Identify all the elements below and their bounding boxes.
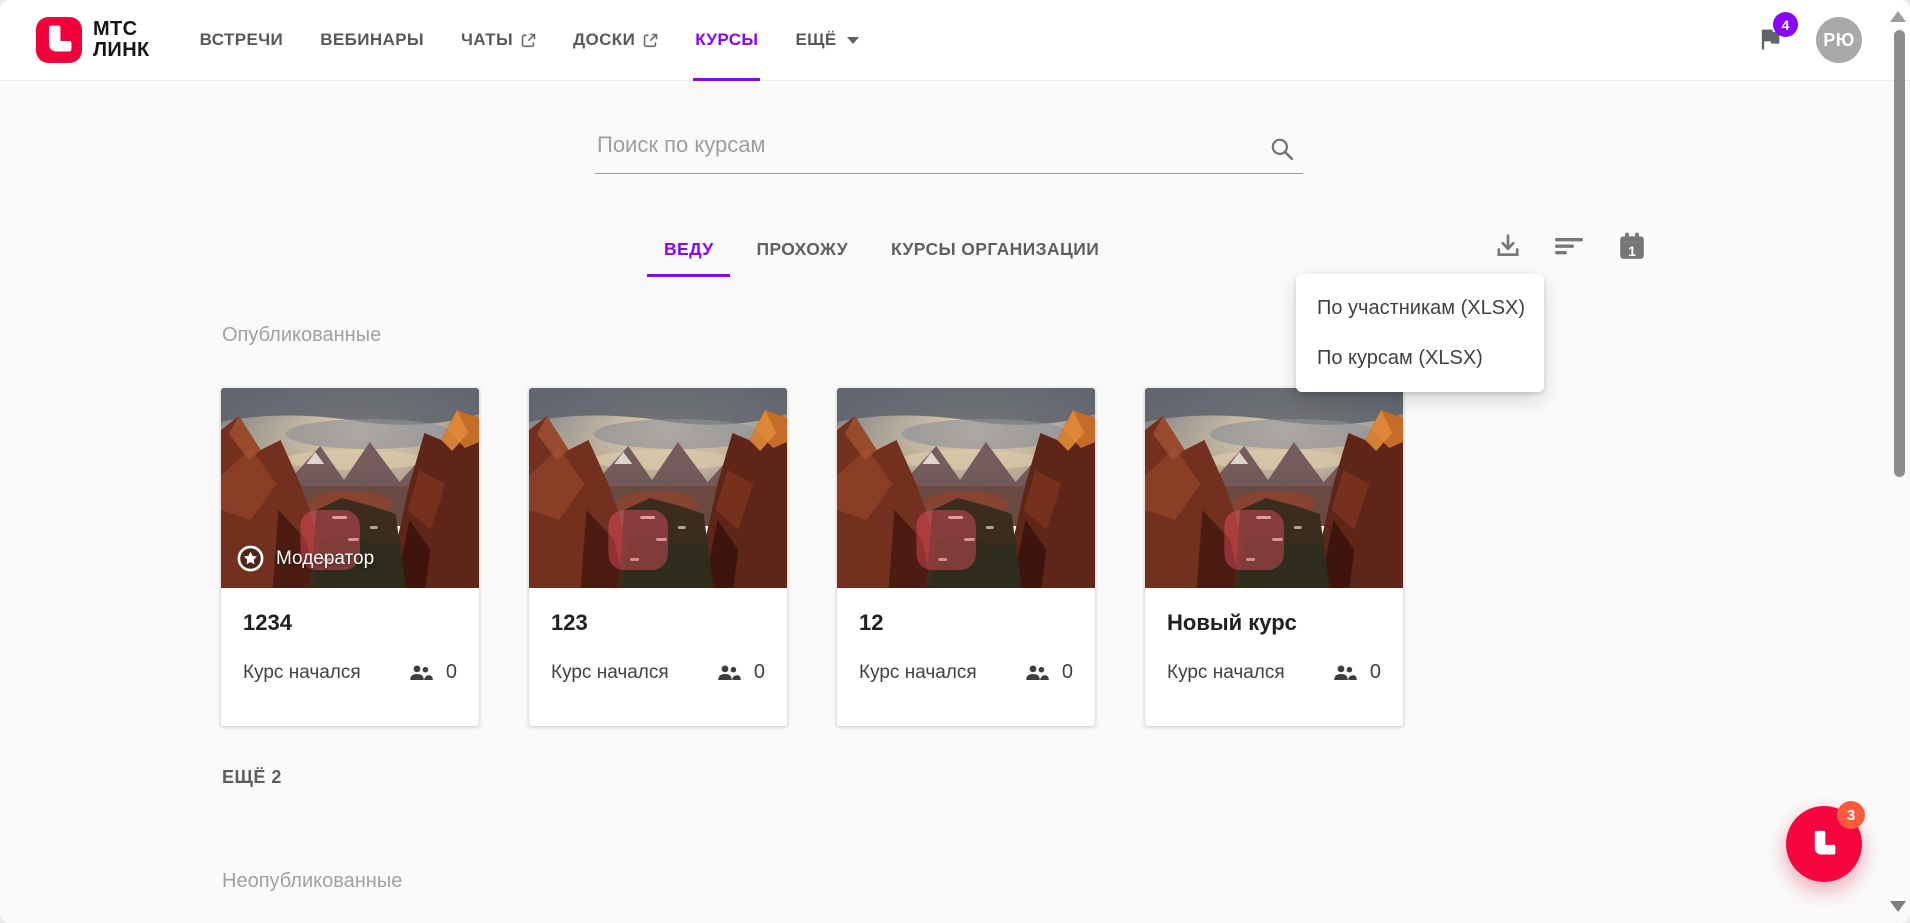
nav-item-boards-label: ДОСКИ xyxy=(573,30,636,49)
chevron-down-icon xyxy=(846,36,859,44)
tab-organization-courses-label: КУРСЫ ОРГАНИЗАЦИИ xyxy=(891,239,1100,259)
mts-link-logo-icon xyxy=(36,17,82,63)
participants-count: 0 xyxy=(717,661,765,684)
nav-item-meetings-label: ВСТРЕЧИ xyxy=(199,30,284,49)
course-meta: Курс начался 0 xyxy=(1167,661,1381,684)
course-title: 12 xyxy=(859,610,884,635)
moderator-badge: Модератор xyxy=(237,545,374,572)
search-input[interactable] xyxy=(595,120,1303,174)
course-cover-photo xyxy=(529,388,787,588)
nav-item-meetings[interactable]: ВСТРЕЧИ xyxy=(200,0,284,81)
courses-page: МТС ЛИНК ВСТРЕЧИ ВЕБИНАРЫ ЧАТЫ ДОСКИ КУР… xyxy=(0,0,1910,923)
export-menu-item-participants[interactable]: По участникам (XLSX) xyxy=(1296,283,1544,333)
export-download-button[interactable] xyxy=(1492,230,1524,262)
main-nav: ВСТРЕЧИ ВЕБИНАРЫ ЧАТЫ ДОСКИ КУРСЫ ЕЩЁ xyxy=(200,0,859,81)
course-meta: Курс начался 0 xyxy=(551,661,765,684)
course-search xyxy=(595,120,1303,174)
tab-organization-courses[interactable]: КУРСЫ ОРГАНИЗАЦИИ xyxy=(874,225,1116,277)
course-tabs: ВЕДУ ПРОХОЖУ КУРСЫ ОРГАНИЗАЦИИ xyxy=(647,225,1116,277)
download-icon xyxy=(1493,231,1523,261)
export-menu: По участникам (XLSX) По курсам (XLSX) xyxy=(1296,274,1544,392)
nav-item-webinars[interactable]: ВЕБИНАРЫ xyxy=(320,0,424,81)
unpublished-section-title: Неопубликованные xyxy=(222,870,403,892)
nav-item-courses-label: КУРСЫ xyxy=(695,30,759,49)
participants-number: 0 xyxy=(1369,661,1381,683)
tab-leading-label: ВЕДУ xyxy=(664,239,714,259)
participants-count: 0 xyxy=(409,661,457,684)
scrollbar-thumb[interactable] xyxy=(1894,30,1905,477)
nav-item-boards[interactable]: ДОСКИ xyxy=(573,0,658,81)
export-menu-item-courses[interactable]: По курсам (XLSX) xyxy=(1296,333,1544,383)
nav-item-more-label: ЕЩЁ xyxy=(795,30,837,49)
tab-taking[interactable]: ПРОХОЖУ xyxy=(739,225,865,277)
user-avatar[interactable]: РЮ xyxy=(1816,17,1862,63)
course-card-1234[interactable]: Модератор 1234 Курс начался 0 xyxy=(221,388,479,726)
tab-taking-label: ПРОХОЖУ xyxy=(756,239,848,259)
course-cover-photo xyxy=(837,388,1095,588)
participants-number: 0 xyxy=(753,661,765,683)
participants-number: 0 xyxy=(1061,661,1073,683)
sort-icon xyxy=(1555,231,1585,261)
course-status: Курс начался xyxy=(243,661,361,683)
show-more-button[interactable]: ЕЩЁ 2 xyxy=(222,767,282,788)
course-card-body: 123 Курс начался 0 xyxy=(529,588,787,684)
course-title: Новый курс xyxy=(1167,610,1297,635)
course-card-123[interactable]: 123 Курс начался 0 xyxy=(529,388,787,726)
nav-item-chats-label: ЧАТЫ xyxy=(460,30,513,49)
mts-link-logo[interactable]: МТС ЛИНК xyxy=(36,17,150,63)
course-meta: Курс начался 0 xyxy=(243,661,457,684)
people-icon xyxy=(409,664,433,682)
brand-name: МТС ЛИНК xyxy=(93,19,150,61)
sort-button[interactable] xyxy=(1554,230,1586,262)
course-title: 1234 xyxy=(243,610,292,635)
moderator-star-icon xyxy=(237,545,264,572)
external-link-icon xyxy=(643,33,658,48)
published-section-title: Опубликованные xyxy=(222,324,382,346)
calendar-button[interactable]: 1 xyxy=(1616,230,1648,262)
external-link-icon xyxy=(521,33,536,48)
people-icon xyxy=(717,664,741,682)
participants-count: 0 xyxy=(1333,661,1381,684)
scrollbar-up-arrow[interactable] xyxy=(1890,11,1906,22)
search-icon[interactable] xyxy=(1269,136,1295,162)
nav-item-chats[interactable]: ЧАТЫ xyxy=(461,0,536,81)
published-course-cards: Модератор 1234 Курс начался 0 123 Курс н… xyxy=(221,388,1403,726)
support-unread-badge: 3 xyxy=(1837,801,1865,829)
course-status: Курс начался xyxy=(859,661,977,683)
course-cover-photo xyxy=(1145,388,1403,588)
calendar-badge: 1 xyxy=(1628,242,1636,259)
participants-count: 0 xyxy=(1025,661,1073,684)
tab-leading[interactable]: ВЕДУ xyxy=(647,225,731,277)
header-actions: 4 РЮ xyxy=(1756,12,1862,63)
support-chat-widget-button[interactable]: 3 xyxy=(1786,801,1865,882)
course-card-body: 1234 Курс начался 0 xyxy=(221,588,479,684)
course-title: 123 xyxy=(551,610,588,635)
top-navbar: МТС ЛИНК ВСТРЕЧИ ВЕБИНАРЫ ЧАТЫ ДОСКИ КУР… xyxy=(0,0,1910,81)
nav-item-more[interactable]: ЕЩЁ xyxy=(795,0,859,81)
course-status: Курс начался xyxy=(551,661,669,683)
moderator-badge-label: Модератор xyxy=(276,547,375,569)
scrollbar-down-arrow[interactable] xyxy=(1890,901,1906,912)
mts-link-logo-icon xyxy=(1814,830,1836,855)
course-card-body: Новый курс Курс начался 0 xyxy=(1145,588,1403,684)
people-icon xyxy=(1333,664,1357,682)
course-status: Курс начался xyxy=(1167,661,1285,683)
people-icon xyxy=(1025,664,1049,682)
course-card-new[interactable]: Новый курс Курс начался 0 xyxy=(1145,388,1403,726)
course-meta: Курс начался 0 xyxy=(859,661,1073,684)
participants-number: 0 xyxy=(445,661,457,683)
course-card-12[interactable]: 12 Курс начался 0 xyxy=(837,388,1095,726)
courses-toolbar: 1 xyxy=(1492,230,1648,262)
brand-name-line1: МТС xyxy=(93,18,138,40)
notifications-flag-button[interactable]: 4 xyxy=(1756,12,1798,55)
nav-item-courses[interactable]: КУРСЫ xyxy=(693,0,761,81)
course-card-body: 12 Курс начался 0 xyxy=(837,588,1095,684)
brand-name-line2: ЛИНК xyxy=(93,39,150,61)
nav-item-webinars-label: ВЕБИНАРЫ xyxy=(320,30,424,49)
notifications-count-badge: 4 xyxy=(1773,12,1798,37)
